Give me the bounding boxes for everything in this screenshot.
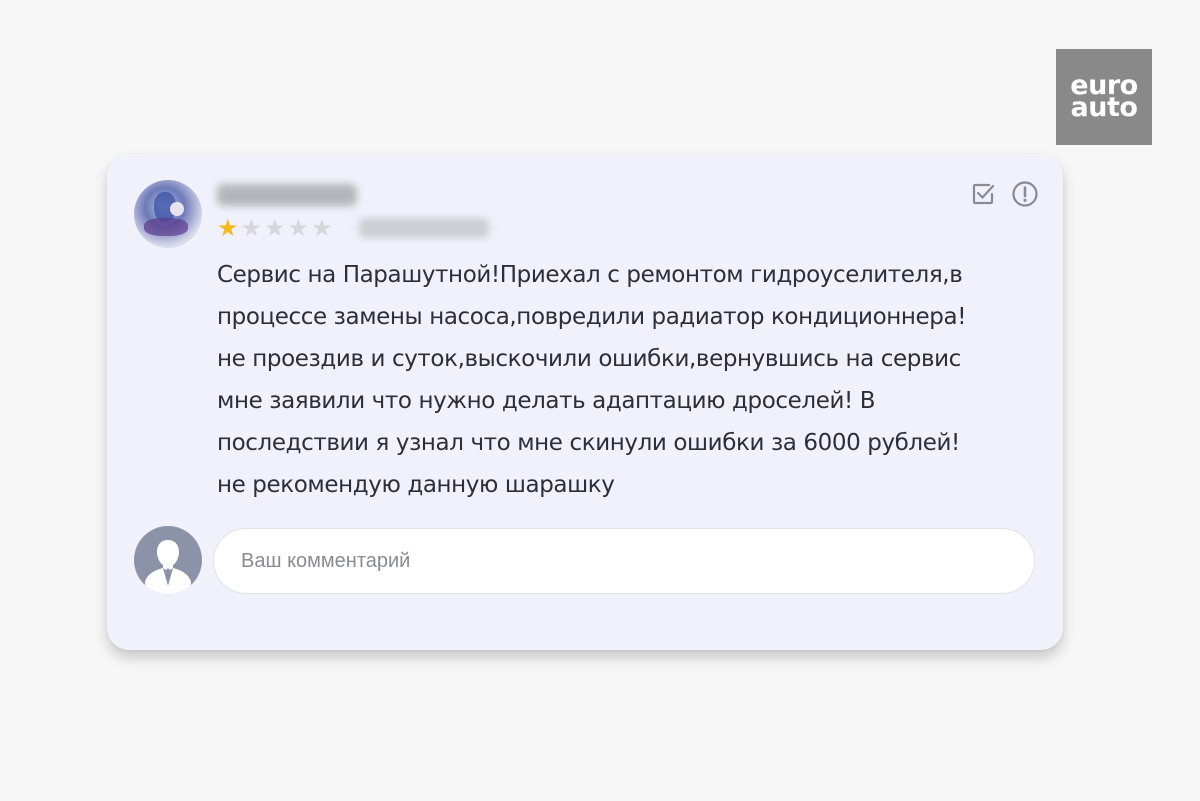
rating-stars: ★ ★ ★ ★ ★: [217, 216, 333, 240]
logo-line-2: auto: [1070, 92, 1138, 123]
comment-field-wrapper[interactable]: [213, 528, 1035, 594]
star-icon: ★: [311, 214, 333, 242]
check-square-icon[interactable]: [969, 180, 997, 208]
star-icon: ★: [264, 214, 286, 242]
review-date-blurred: [359, 218, 489, 238]
review-actions: [969, 180, 1039, 208]
user-silhouette-icon: [145, 540, 191, 594]
review-card: ★ ★ ★ ★ ★ Сервис на Парашутной!Приехал с…: [107, 154, 1063, 650]
comment-input[interactable]: [241, 549, 1034, 573]
reviewer-name-blurred: [217, 184, 357, 206]
reviewer-avatar[interactable]: [134, 180, 202, 248]
star-icon: ★: [217, 214, 239, 242]
info-circle-icon[interactable]: [1011, 180, 1039, 208]
star-icon: ★: [287, 214, 310, 242]
page: euro auto ★ ★ ★ ★ ★ Сервис на Парашутной…: [0, 0, 1200, 801]
star-icon: ★: [240, 214, 263, 242]
euroauto-logo: euro auto: [1056, 49, 1152, 145]
review-text: Сервис на Парашутной!Приехал с ремонтом …: [217, 262, 967, 498]
current-user-avatar: [134, 526, 202, 594]
